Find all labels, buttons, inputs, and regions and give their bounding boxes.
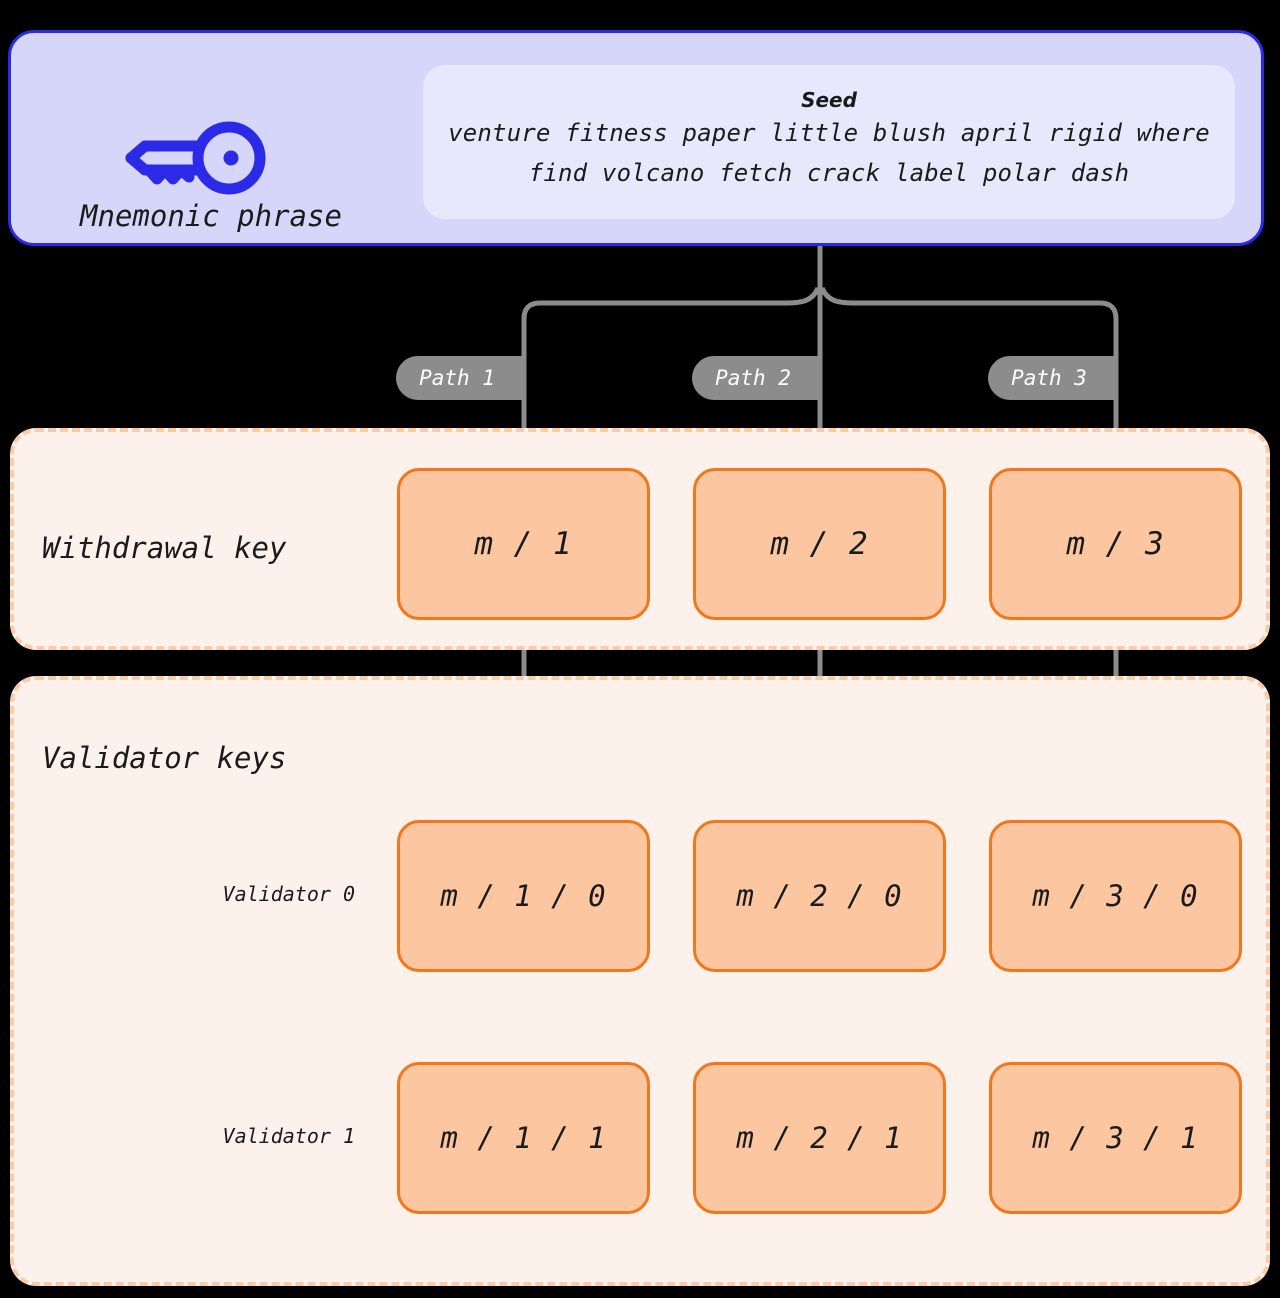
validator-key-box-1-3[interactable]: m / 3 / 1 — [989, 1062, 1242, 1214]
seed-words-line-1: venture fitness paper little blush april… — [448, 119, 1210, 147]
seed-words-line-2: find volcano fetch crack label polar das… — [528, 159, 1130, 187]
path-badge-2: Path 2 — [692, 356, 820, 400]
validator-key-box-1-2[interactable]: m / 2 / 1 — [693, 1062, 946, 1214]
withdrawal-key-box-3[interactable]: m / 3 — [989, 468, 1242, 620]
validator-key-box-0-3[interactable]: m / 3 / 0 — [989, 820, 1242, 972]
diagram-canvas: Mnemonic phrase Seed venture fitness pap… — [0, 0, 1280, 1298]
withdrawal-key-title: Withdrawal key — [42, 531, 287, 565]
validator-row-label-1: Validator 1 — [222, 1124, 355, 1148]
withdrawal-key-box-1[interactable]: m / 1 — [397, 468, 650, 620]
validator-key-box-1-1[interactable]: m / 1 / 1 — [397, 1062, 650, 1214]
seed-title: Seed — [801, 88, 857, 112]
validator-keys-title: Validator keys — [42, 741, 287, 775]
validator-row-label-0: Validator 0 — [222, 882, 355, 906]
path-badge-3: Path 3 — [988, 356, 1116, 400]
mnemonic-phrase-label: Mnemonic phrase — [80, 199, 342, 233]
path-badge-1: Path 1 — [396, 356, 524, 400]
validator-key-box-0-1[interactable]: m / 1 / 0 — [397, 820, 650, 972]
withdrawal-key-box-2[interactable]: m / 2 — [693, 468, 946, 620]
validator-key-box-0-2[interactable]: m / 2 / 0 — [693, 820, 946, 972]
seed-box: Seed venture fitness paper little blush … — [423, 65, 1235, 219]
mnemonic-phrase-panel: Mnemonic phrase Seed venture fitness pap… — [8, 30, 1264, 246]
key-icon — [125, 121, 266, 195]
